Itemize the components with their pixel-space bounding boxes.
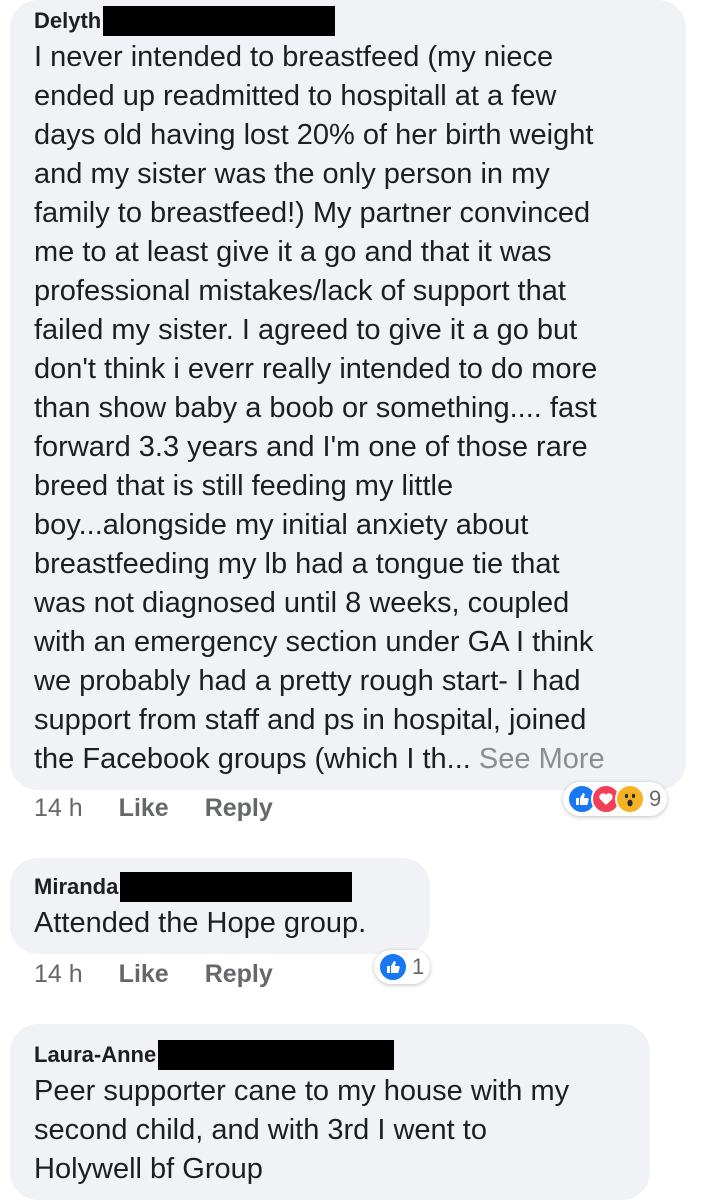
comment-line: with an emergency section under GA I thi…	[34, 626, 594, 658]
comment-header: Laura-Anne	[34, 1040, 626, 1070]
redacted-name-bar	[103, 6, 336, 36]
comment-actions: 14 h Like Reply	[34, 960, 273, 989]
comment-line: we probably had a pretty rough start- I …	[34, 665, 581, 697]
comment-line: professional mistakes/lack of support th…	[34, 275, 566, 307]
comment-header: Miranda	[34, 872, 406, 902]
comment-line: me to at least give it a go and that it …	[34, 236, 552, 268]
comment-bubble: Miranda Attended the Hope group.	[10, 858, 430, 954]
comment-header: Delyth	[34, 6, 662, 36]
comment-text: Peer supporter cane to my house with my …	[34, 1072, 626, 1189]
like-icon	[378, 952, 408, 982]
reaction-count: 1	[412, 954, 425, 979]
comment-line: failed my sister. I agreed to give it a …	[34, 314, 578, 346]
comment-line: Peer supporter cane to my house with my	[34, 1075, 570, 1107]
comment-timestamp[interactable]: 14 h	[34, 794, 83, 823]
comment-bubble: Laura-Anne Peer supporter cane to my hou…	[10, 1024, 650, 1200]
comment-actions: 14 h Like Reply	[34, 794, 273, 823]
see-more-link[interactable]: See More	[479, 743, 605, 775]
wow-icon	[615, 784, 645, 814]
comment-bubble: Delyth I never intended to breastfeed (m…	[10, 0, 686, 790]
redacted-name-bar	[158, 1040, 395, 1070]
reply-button[interactable]: Reply	[205, 794, 273, 823]
comment-line: second child, and with 3rd I went to	[34, 1114, 487, 1146]
comment-line: boy...alongside my initial anxiety about	[34, 509, 529, 541]
like-button[interactable]: Like	[119, 794, 169, 823]
comment-author[interactable]: Miranda	[34, 874, 118, 900]
comment-line: breed that is still feeding my little	[34, 470, 454, 502]
comment-line: I never intended to breastfeed (my niece	[34, 41, 554, 73]
comment-line: ended up readmitted to hospitall at a fe…	[34, 80, 557, 112]
comment-author[interactable]: Laura-Anne	[34, 1042, 156, 1068]
comment-line: forward 3.3 years and I'm one of those r…	[34, 431, 588, 463]
comment-line: days old having lost 20% of her birth we…	[34, 119, 594, 151]
comment-line: Attended the Hope group.	[34, 907, 367, 939]
comment-author[interactable]: Delyth	[34, 8, 101, 34]
like-button[interactable]: Like	[119, 960, 169, 989]
comment-timestamp[interactable]: 14 h	[34, 960, 83, 989]
comment-line-last: the Facebook groups (which I th... See M…	[34, 740, 662, 779]
comment-text: I never intended to breastfeed (my niece…	[34, 38, 662, 779]
reply-button[interactable]: Reply	[205, 960, 273, 989]
comment-line: family to breastfeed!) My partner convin…	[34, 197, 591, 229]
comment-text: Attended the Hope group.	[34, 904, 406, 943]
reaction-count: 9	[649, 786, 662, 811]
comment-line: don't think i everr really intended to d…	[34, 353, 598, 385]
comment-line: support from staff and ps in hospital, j…	[34, 704, 587, 736]
reactions-summary[interactable]: 9	[563, 782, 668, 816]
comment-line: than show baby a boob or something.... f…	[34, 392, 597, 424]
comment-line: breastfeeding my lb had a tongue tie tha…	[34, 548, 560, 580]
comment-line: Holywell bf Group	[34, 1153, 263, 1185]
comment-line: the Facebook groups (which I th...	[34, 743, 471, 775]
comment-line: and my sister was the only person in my	[34, 158, 550, 190]
reactions-summary[interactable]: 1	[374, 950, 431, 984]
comment-line: was not diagnosed until 8 weeks, coupled	[34, 587, 570, 619]
redacted-name-bar	[120, 872, 353, 902]
